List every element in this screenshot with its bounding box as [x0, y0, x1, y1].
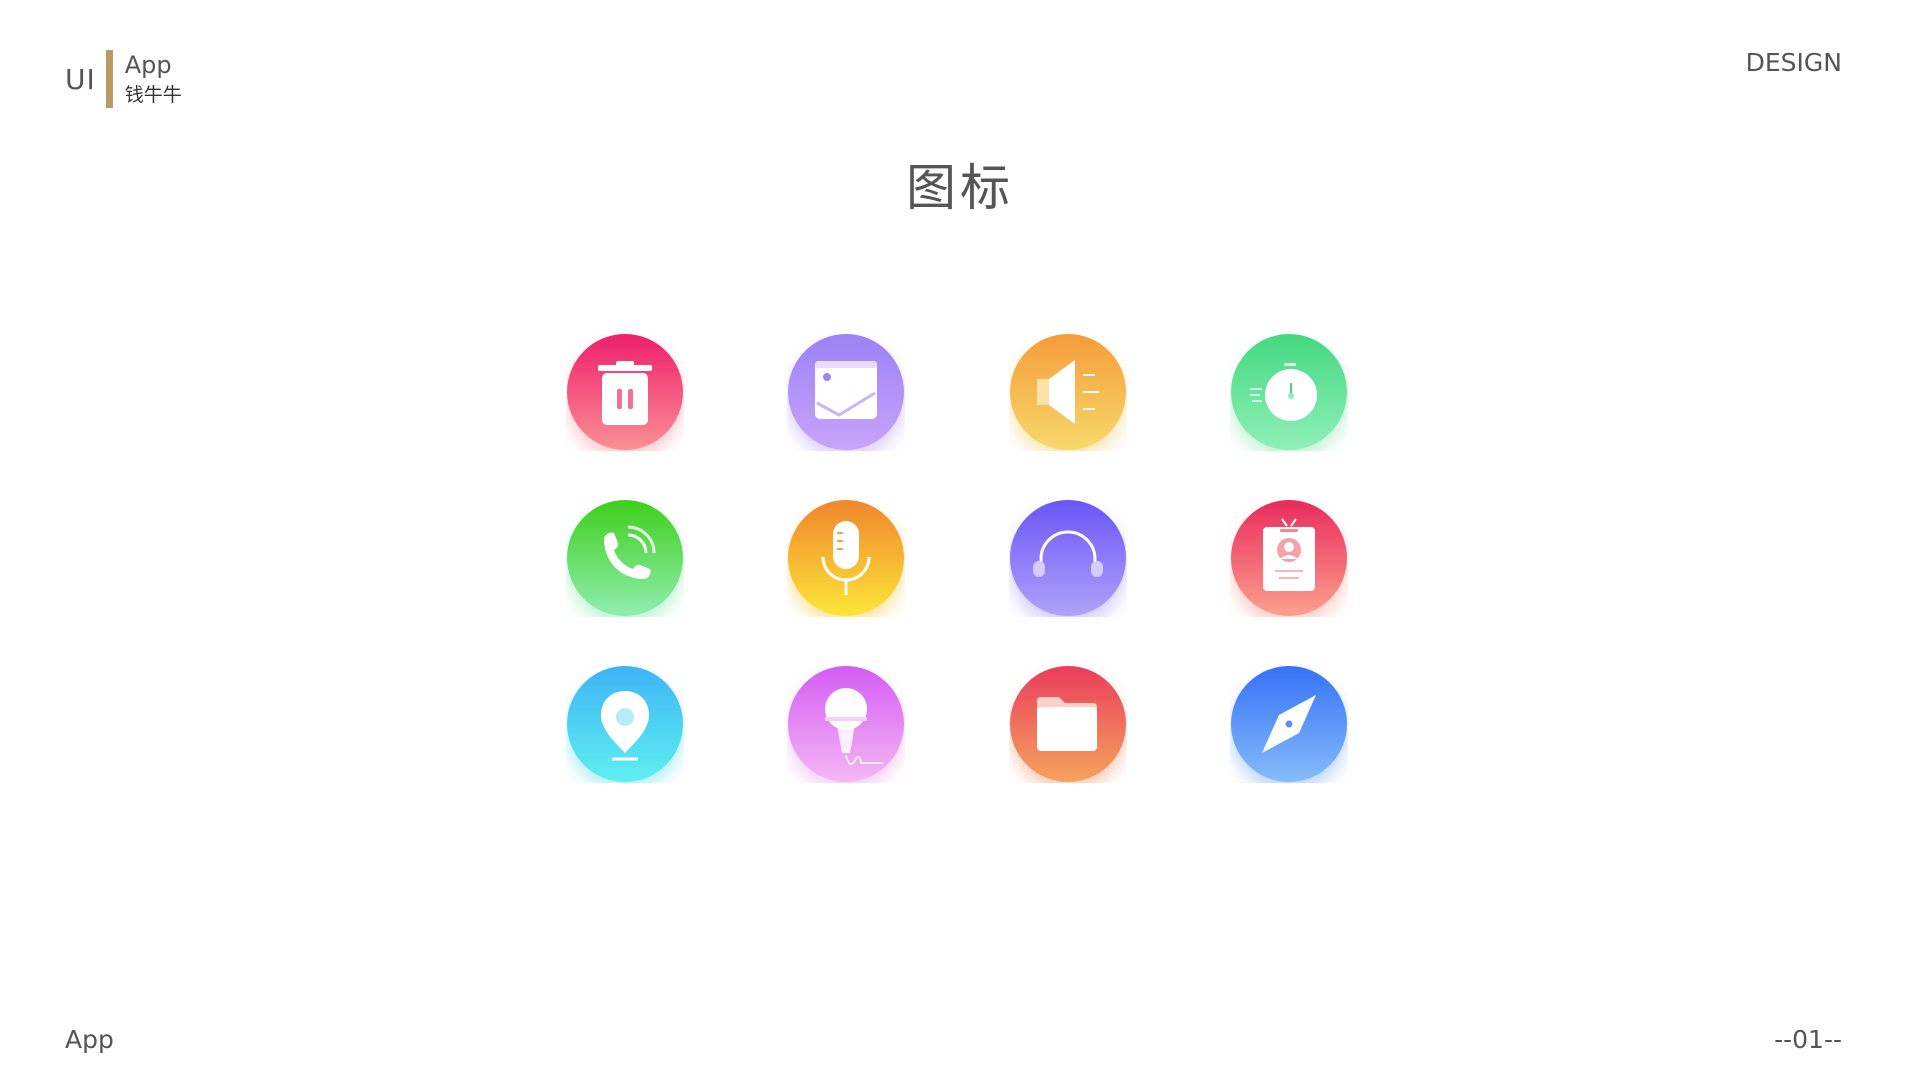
brand-ui-label: UI — [65, 62, 96, 96]
brand-app-label: App — [124, 51, 172, 80]
image-icon[interactable] — [787, 333, 905, 451]
karaoke-mic-icon[interactable] — [787, 665, 905, 783]
timer-icon[interactable] — [1230, 333, 1348, 451]
speaker-icon[interactable] — [1009, 333, 1127, 451]
phone-icon[interactable] — [566, 499, 684, 617]
id-badge-icon[interactable] — [1230, 499, 1348, 617]
compass-icon[interactable] — [1230, 665, 1348, 783]
design-label: DESIGN — [1745, 48, 1842, 77]
page-number: --01-- — [1774, 1025, 1842, 1054]
location-pin-icon[interactable] — [566, 665, 684, 783]
page-title: 图标 — [906, 159, 1014, 217]
page: UI App 钱牛牛 DESIGN 图标 App --01-- — [0, 0, 1920, 1080]
folder-icon[interactable] — [1009, 665, 1127, 783]
headphones-icon[interactable] — [1009, 499, 1127, 617]
brand-logo: UI App 钱牛牛 — [65, 50, 182, 108]
brand-divider-bar — [105, 50, 113, 108]
microphone-icon[interactable] — [787, 499, 905, 617]
brand-text-stack: App 钱牛牛 — [125, 51, 182, 107]
brand-cn-label: 钱牛牛 — [124, 84, 182, 106]
footer-app-label: App — [65, 1025, 114, 1054]
trash-icon[interactable] — [566, 333, 684, 451]
